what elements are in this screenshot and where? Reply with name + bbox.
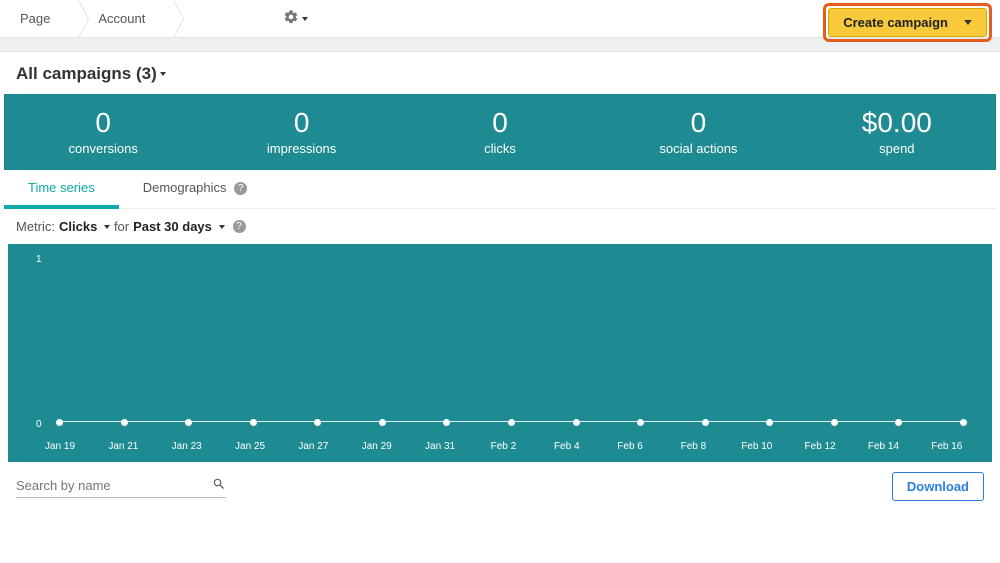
metric-label: conversions xyxy=(4,141,202,156)
range-dropdown-value: Past 30 days xyxy=(133,219,212,234)
metric-prefix-label: Metric: xyxy=(16,219,55,234)
tabs-row: Time series Demographics ? xyxy=(4,170,996,209)
x-tick: Feb 12 xyxy=(800,441,840,452)
metric-impressions: 0 impressions xyxy=(202,108,400,156)
x-tick: Jan 23 xyxy=(167,441,207,452)
chart-point xyxy=(766,419,773,426)
search-wrap[interactable] xyxy=(16,474,226,498)
chart-point xyxy=(960,419,967,426)
metric-value: 0 xyxy=(202,108,400,139)
chart-points xyxy=(56,419,967,426)
y-tick-1: 1 xyxy=(36,254,42,265)
caret-down-icon xyxy=(160,72,166,76)
x-tick: Feb 2 xyxy=(483,441,523,452)
caret-down-icon xyxy=(302,17,308,21)
create-campaign-highlight: Create campaign xyxy=(823,3,992,42)
caret-down-icon xyxy=(964,20,972,25)
chart-point xyxy=(702,419,709,426)
time-series-chart: 1 0 Jan 19 Jan 21 Jan 23 Jan 25 Jan 27 J… xyxy=(8,244,992,462)
x-tick: Jan 27 xyxy=(293,441,333,452)
for-label: for xyxy=(114,219,129,234)
x-tick: Feb 4 xyxy=(547,441,587,452)
chart-point xyxy=(443,419,450,426)
metric-value: 0 xyxy=(401,108,599,139)
metric-clicks: 0 clicks xyxy=(401,108,599,156)
chart-point xyxy=(250,419,257,426)
metric-value: $0.00 xyxy=(798,108,996,139)
page-title-row[interactable]: All campaigns (3) xyxy=(0,52,1000,94)
create-campaign-button[interactable]: Create campaign xyxy=(828,8,987,37)
caret-down-icon xyxy=(104,225,110,229)
x-axis-labels: Jan 19 Jan 21 Jan 23 Jan 25 Jan 27 Jan 2… xyxy=(56,441,967,452)
metric-social-actions: 0 social actions xyxy=(599,108,797,156)
x-tick: Jan 31 xyxy=(420,441,460,452)
metric-label: clicks xyxy=(401,141,599,156)
metric-value: 0 xyxy=(4,108,202,139)
breadcrumb-account[interactable]: Account xyxy=(78,0,173,38)
tab-time-series[interactable]: Time series xyxy=(4,170,119,209)
chart-point xyxy=(508,419,515,426)
metric-label: impressions xyxy=(202,141,400,156)
chart-point xyxy=(121,419,128,426)
help-icon[interactable]: ? xyxy=(233,220,246,233)
page-title: All campaigns (3) xyxy=(16,64,157,84)
settings-menu[interactable] xyxy=(283,9,308,28)
range-dropdown[interactable]: Past 30 days xyxy=(133,219,224,234)
bottom-bar: Download xyxy=(0,462,1000,511)
chart-point xyxy=(895,419,902,426)
metric-dropdown[interactable]: Clicks xyxy=(59,219,110,234)
x-tick: Jan 29 xyxy=(357,441,397,452)
search-input[interactable] xyxy=(16,478,212,493)
chart-point xyxy=(185,419,192,426)
gear-icon xyxy=(283,9,299,28)
caret-down-icon xyxy=(219,225,225,229)
metric-selector-row: Metric: Clicks for Past 30 days ? xyxy=(0,209,1000,244)
help-icon[interactable]: ? xyxy=(234,182,247,195)
tab-demographics-label: Demographics xyxy=(143,180,227,195)
metric-spend: $0.00 spend xyxy=(798,108,996,156)
chart-point xyxy=(314,419,321,426)
x-tick: Jan 25 xyxy=(230,441,270,452)
tab-demographics[interactable]: Demographics ? xyxy=(119,170,271,208)
x-tick: Feb 8 xyxy=(673,441,713,452)
metric-conversions: 0 conversions xyxy=(4,108,202,156)
x-tick: Feb 10 xyxy=(737,441,777,452)
top-nav: Page Account Create campaign xyxy=(0,0,1000,38)
search-icon[interactable] xyxy=(212,477,226,494)
y-tick-0: 0 xyxy=(36,419,42,430)
chart-point xyxy=(637,419,644,426)
download-button[interactable]: Download xyxy=(892,472,984,501)
metrics-strip: 0 conversions 0 impressions 0 clicks 0 s… xyxy=(4,94,996,170)
metric-value: 0 xyxy=(599,108,797,139)
x-tick: Feb 16 xyxy=(927,441,967,452)
chart-point xyxy=(379,419,386,426)
metric-label: spend xyxy=(798,141,996,156)
metric-dropdown-value: Clicks xyxy=(59,219,97,234)
metric-label: social actions xyxy=(599,141,797,156)
x-tick: Jan 19 xyxy=(40,441,80,452)
chart-point xyxy=(573,419,580,426)
x-tick: Jan 21 xyxy=(103,441,143,452)
chart-point xyxy=(56,419,63,426)
create-campaign-label: Create campaign xyxy=(843,15,948,30)
x-tick: Feb 14 xyxy=(863,441,903,452)
x-tick: Feb 6 xyxy=(610,441,650,452)
breadcrumb-page[interactable]: Page xyxy=(0,0,78,38)
chart-point xyxy=(831,419,838,426)
